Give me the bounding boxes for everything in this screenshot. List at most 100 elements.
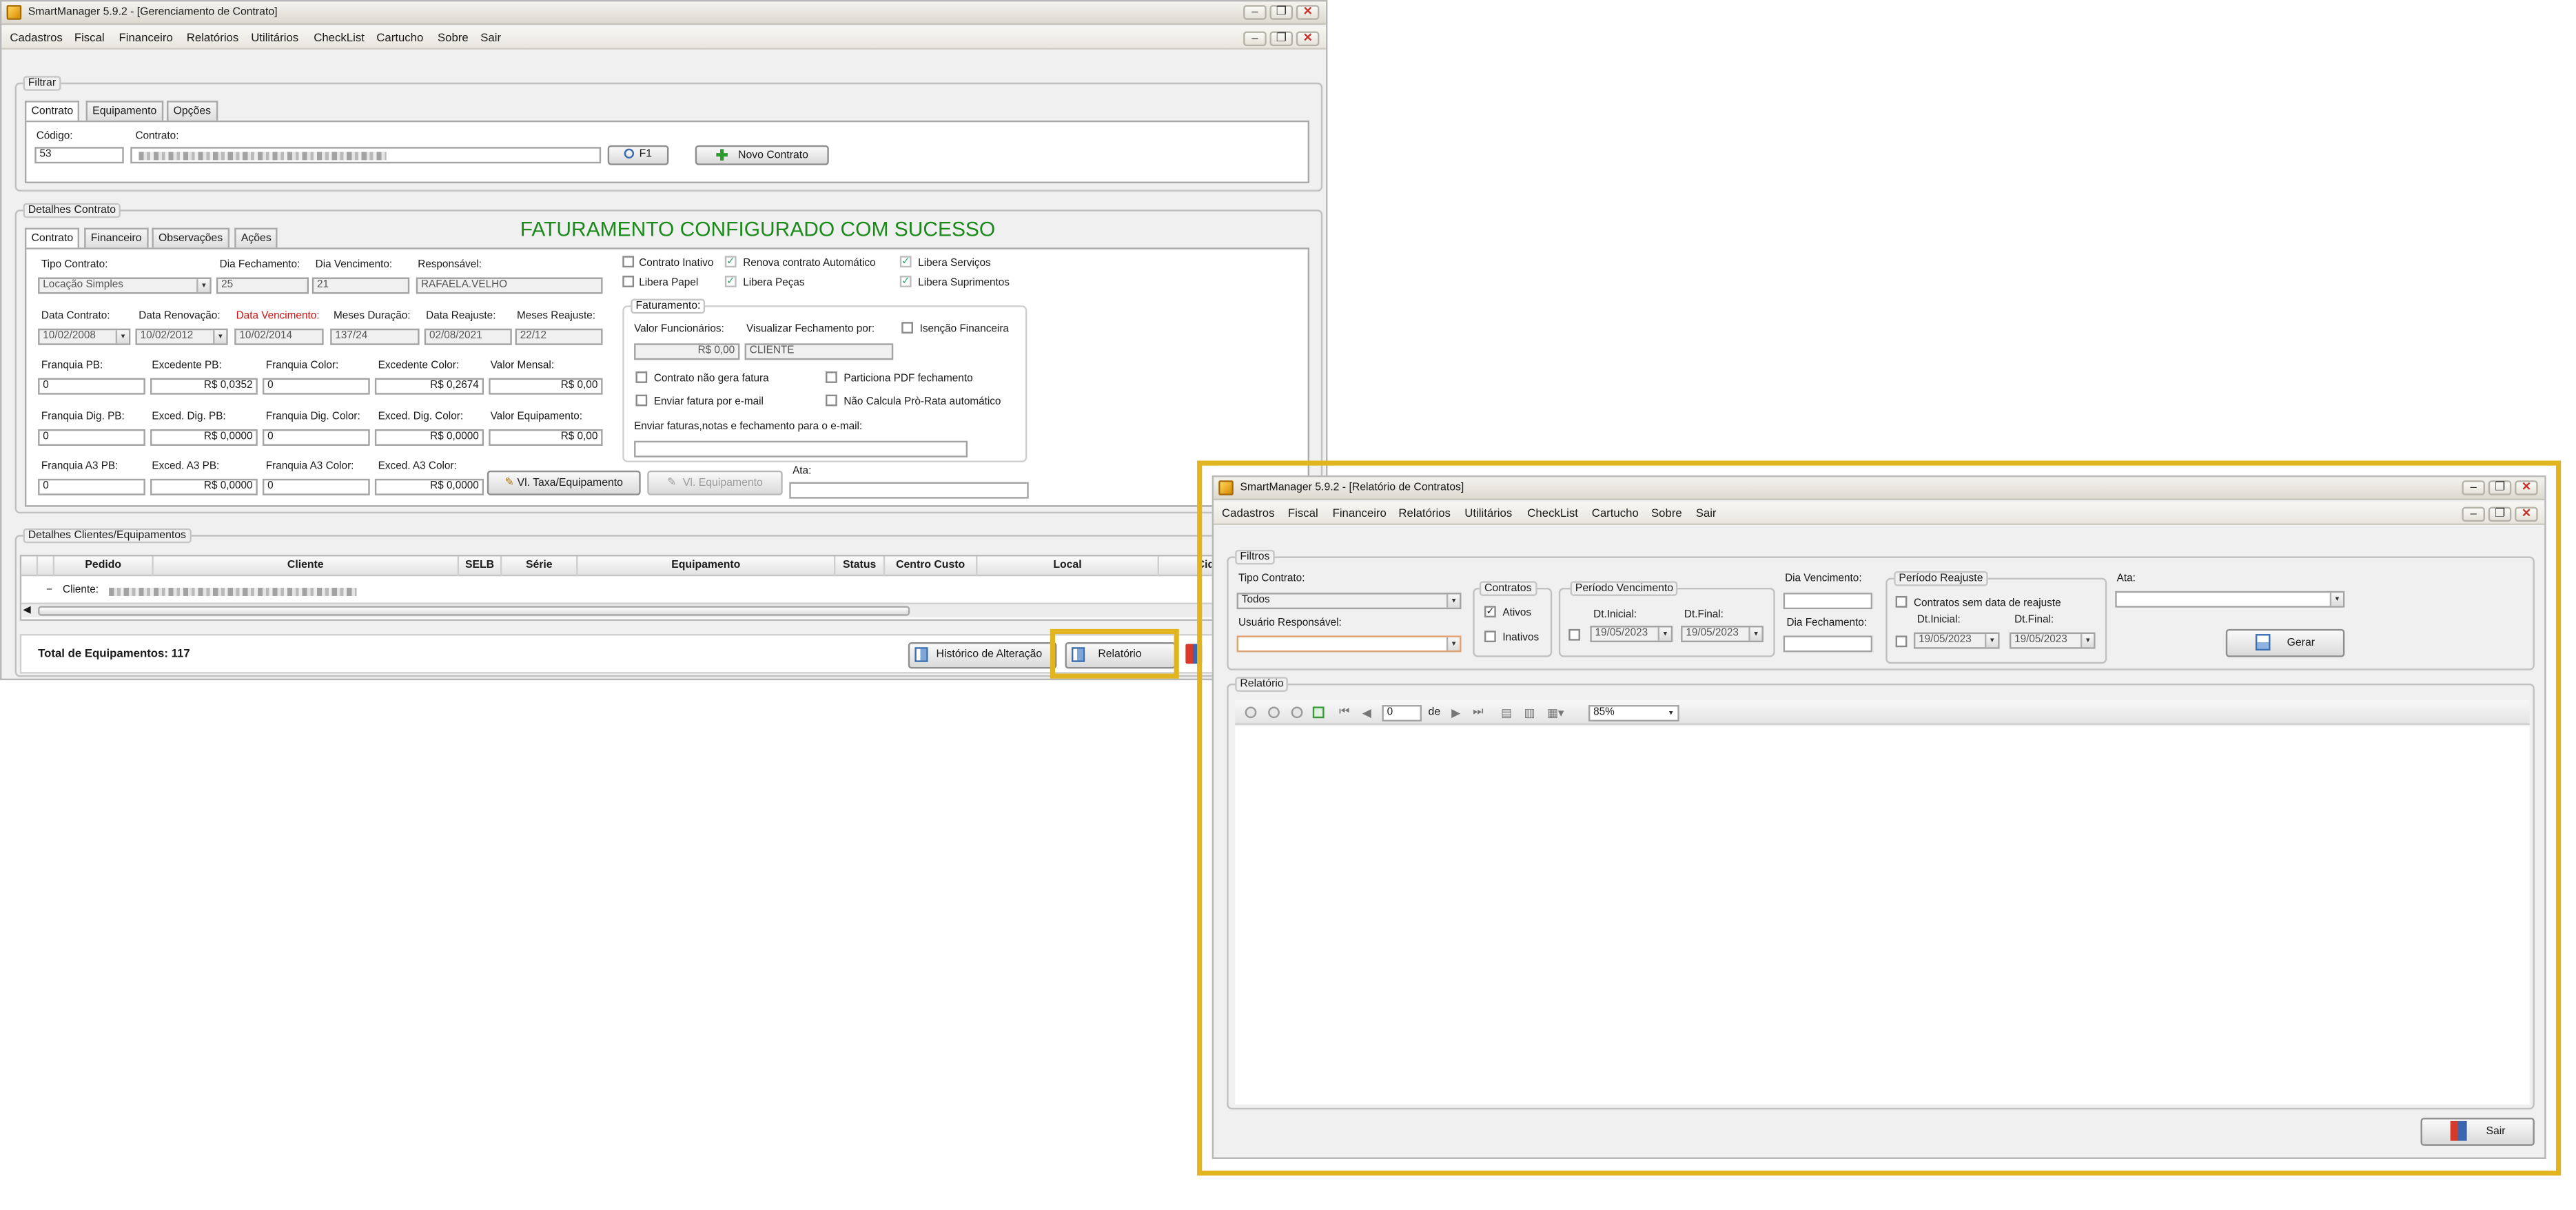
- menu-utilitarios[interactable]: Utilitários: [1464, 509, 1512, 520]
- tipo-contrato-select[interactable]: Locação Simples ▼: [38, 277, 212, 294]
- last-page-icon[interactable]: ⏭: [1473, 706, 1483, 719]
- menu-sobre[interactable]: Sobre: [438, 33, 469, 45]
- column-status[interactable]: Status: [835, 556, 886, 577]
- nao-gera-fatura-checkbox[interactable]: [635, 371, 648, 383]
- valor-funcionarios-input[interactable]: R$ 0,00: [634, 343, 740, 360]
- franquia-a3-pb-input[interactable]: 0: [38, 478, 145, 495]
- menu-fiscal[interactable]: Fiscal: [74, 33, 105, 45]
- menu-cadastros[interactable]: Cadastros: [1222, 509, 1274, 520]
- exced-a3-color-input[interactable]: R$ 0,0000: [374, 478, 484, 495]
- data-reajuste-input[interactable]: 02/08/2021: [424, 328, 512, 345]
- franquia-color-input[interactable]: 0: [262, 378, 370, 395]
- column-local[interactable]: Local: [977, 556, 1159, 577]
- minimize-button[interactable]: –: [2462, 480, 2485, 495]
- responsavel-input[interactable]: RAFAELA.VELHO: [416, 277, 603, 294]
- scroll-thumb[interactable]: [38, 606, 910, 616]
- visualizar-fechamento-input[interactable]: CLIENTE: [744, 343, 894, 360]
- relatorio-button[interactable]: Relatório: [1065, 642, 1176, 669]
- ativos-checkbox[interactable]: ✓: [1484, 606, 1496, 618]
- reaj-dt-inicial-input[interactable]: 19/05/2023 ▼: [1913, 632, 2000, 649]
- column-serie[interactable]: Série: [502, 556, 578, 577]
- exit-icon[interactable]: [1185, 644, 1203, 664]
- franquia-dig-pb-input[interactable]: 0: [38, 429, 145, 446]
- page-setup-icon[interactable]: ▥: [1524, 706, 1535, 720]
- column-selb[interactable]: SELB: [459, 556, 502, 577]
- vl-equipamento-button[interactable]: ✎ Vl. Equipamento: [647, 470, 783, 495]
- meses-duracao-input[interactable]: 137/24: [330, 328, 420, 345]
- collapse-icon[interactable]: −: [46, 584, 52, 596]
- column-cliente[interactable]: Cliente: [154, 556, 460, 577]
- franquia-pb-input[interactable]: 0: [38, 378, 145, 395]
- column-equipamento[interactable]: Equipamento: [578, 556, 836, 577]
- maximize-button[interactable]: ❐: [1269, 5, 1294, 20]
- mdi-minimize-button[interactable]: –: [2462, 506, 2485, 522]
- tab-contrato[interactable]: Contrato: [24, 227, 80, 248]
- menu-relatorios[interactable]: Relatórios: [1398, 509, 1451, 520]
- menu-sair[interactable]: Sair: [480, 33, 501, 45]
- menu-financeiro[interactable]: Financeiro: [119, 33, 173, 45]
- novo-contrato-button[interactable]: ✚ Novo Contrato: [695, 145, 829, 165]
- usuario-responsavel-select[interactable]: ▼: [1236, 635, 1462, 653]
- close-button[interactable]: ✕: [2515, 480, 2538, 495]
- tipo-contrato-select[interactable]: Todos ▼: [1236, 593, 1462, 610]
- codigo-input[interactable]: 53: [34, 147, 124, 164]
- tab-filtrar-opcoes[interactable]: Opções: [166, 101, 218, 121]
- dia-fechamento-input[interactable]: [1783, 635, 1873, 653]
- inativos-checkbox[interactable]: [1484, 630, 1496, 643]
- excedente-pb-input[interactable]: R$ 0,0352: [150, 378, 258, 395]
- ata-input[interactable]: [789, 482, 1029, 499]
- periodo-reajuste-checkbox[interactable]: [1895, 635, 1908, 648]
- vl-taxa-equipamento-button[interactable]: ✎ Vl. Taxa/Equipamento: [487, 470, 641, 495]
- valor-mensal-input[interactable]: R$ 0,00: [489, 378, 603, 395]
- data-contrato-input[interactable]: 10/02/2008 ▼: [38, 328, 131, 345]
- tab-acoes[interactable]: Ações: [234, 227, 278, 248]
- dia-vencimento-input[interactable]: 21: [311, 277, 410, 294]
- meses-reajuste-input[interactable]: 22/12: [515, 328, 603, 345]
- menu-cartucho[interactable]: Cartucho: [1592, 509, 1639, 520]
- mdi-minimize-button[interactable]: –: [1243, 31, 1267, 47]
- exced-a3-pb-input[interactable]: R$ 0,0000: [150, 478, 258, 495]
- zoom-select[interactable]: 85% ▼: [1588, 705, 1679, 722]
- minimize-button[interactable]: –: [1243, 5, 1267, 20]
- mdi-close-button[interactable]: ✕: [1296, 31, 1320, 47]
- contrato-input[interactable]: [130, 147, 602, 164]
- close-button[interactable]: ✕: [1296, 5, 1320, 20]
- excedente-color-input[interactable]: R$ 0,2674: [374, 378, 484, 395]
- export-icon[interactable]: ▦▾: [1547, 706, 1564, 720]
- next-page-icon[interactable]: ▶: [1451, 706, 1460, 720]
- libera-pecas-checkbox[interactable]: ✓: [724, 276, 737, 287]
- periodo-vencimento-checkbox[interactable]: [1568, 628, 1580, 641]
- refresh-icon[interactable]: [1312, 706, 1325, 719]
- mdi-restore-button[interactable]: ❐: [2488, 506, 2512, 522]
- libera-suprimentos-checkbox[interactable]: ✓: [899, 276, 912, 287]
- libera-papel-checkbox[interactable]: [622, 276, 635, 287]
- print-icon[interactable]: ▤: [1501, 706, 1512, 720]
- menu-financeiro[interactable]: Financeiro: [1333, 509, 1387, 520]
- exced-dig-pb-input[interactable]: R$ 0,0000: [150, 429, 258, 446]
- franquia-a3-color-input[interactable]: 0: [262, 478, 370, 495]
- menu-utilitarios[interactable]: Utilitários: [251, 33, 298, 45]
- dia-vencimento-input[interactable]: [1783, 593, 1873, 610]
- data-vencimento-input[interactable]: 10/02/2014: [234, 328, 324, 345]
- particiona-pdf-checkbox[interactable]: [826, 371, 837, 383]
- back-icon[interactable]: [1245, 706, 1257, 719]
- enviar-faturas-email-input[interactable]: [634, 440, 968, 458]
- isencao-financeira-checkbox[interactable]: [901, 322, 913, 334]
- previous-page-icon[interactable]: ◀: [1362, 706, 1371, 720]
- page-number-input[interactable]: 0: [1382, 705, 1422, 722]
- f1-search-button[interactable]: F1: [607, 145, 669, 165]
- grid-group-row[interactable]: − Cliente:: [21, 584, 1223, 601]
- contrato-inativo-checkbox[interactable]: [622, 256, 635, 268]
- mdi-close-button[interactable]: ✕: [2515, 506, 2538, 522]
- first-page-icon[interactable]: ⏮: [1339, 706, 1349, 719]
- tab-observacoes[interactable]: Observações: [152, 227, 229, 248]
- data-renovacao-input[interactable]: 10/02/2012 ▼: [135, 328, 228, 345]
- menu-cadastros[interactable]: Cadastros: [10, 33, 62, 45]
- horizontal-scrollbar[interactable]: ◀: [21, 602, 1224, 618]
- mdi-restore-button[interactable]: ❐: [1269, 31, 1294, 47]
- column-pedido[interactable]: Pedido: [54, 556, 154, 577]
- maximize-button[interactable]: ❐: [2488, 480, 2512, 495]
- ata-select[interactable]: ▼: [2115, 591, 2345, 608]
- valor-equipamento-input[interactable]: R$ 0,00: [489, 429, 603, 446]
- menu-fiscal[interactable]: Fiscal: [1288, 509, 1318, 520]
